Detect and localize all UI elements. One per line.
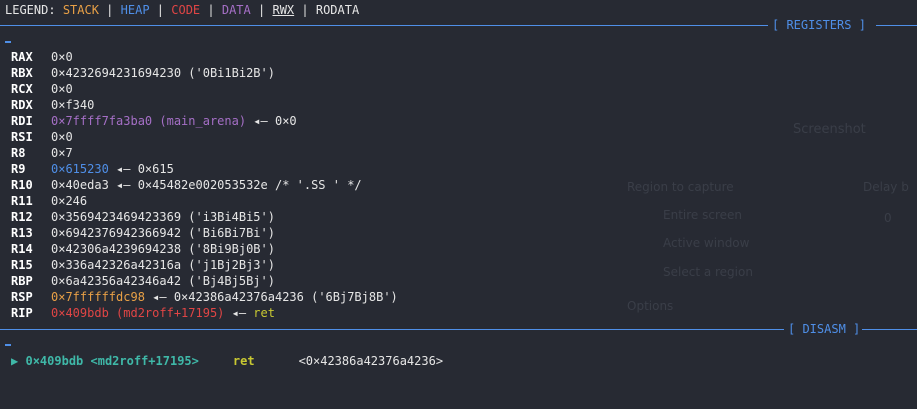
- register-name: RBP: [11, 274, 33, 288]
- registers-section-title: [ REGISTERS ]: [772, 18, 866, 32]
- register-name: RBX: [11, 66, 33, 80]
- legend-data: DATA: [221, 3, 251, 17]
- disasm-mnemonic: ret: [232, 354, 255, 368]
- disasm-section-title: [ DISASM ]: [788, 322, 861, 336]
- register-row-r13: R13 0×6942376942366942 ('Bi6Bi7Bi'): [11, 225, 275, 241]
- register-deref: ◂— 0×0: [246, 114, 297, 128]
- disasm-operand: <0×42386a42376a4236>: [298, 354, 444, 368]
- register-name: R11: [11, 194, 33, 208]
- register-name: RSP: [11, 290, 33, 304]
- register-value: 0×6942376942366942 ('Bi6Bi7Bi'): [51, 226, 275, 240]
- registers-section-marker: [5, 41, 11, 43]
- background-dialog-options: Options: [627, 299, 674, 313]
- register-deref: ◂— 0×45482e002053532e /* '.SS ' */: [108, 178, 362, 192]
- register-value: 0×615230: [51, 162, 109, 176]
- register-name: RIP: [11, 306, 33, 320]
- legend: LEGEND: STACK | HEAP | CODE | DATA | RWX…: [5, 2, 359, 18]
- register-value: 0×0: [51, 50, 73, 64]
- register-name: R13: [11, 226, 33, 240]
- legend-separator: |: [106, 3, 114, 17]
- register-name: RDX: [11, 98, 33, 112]
- register-deref: ◂— 0×42386a42376a4236 ('6Bj7Bj8B'): [144, 290, 398, 304]
- register-row-rbx: RBX 0×4232694231694230 ('0Bi1Bi2B'): [11, 65, 275, 81]
- register-name: RCX: [11, 82, 33, 96]
- background-dialog-region: Region to capture: [627, 180, 734, 194]
- register-value: 0×40eda3: [51, 178, 109, 192]
- register-row-r11: R11 0×246: [11, 193, 87, 209]
- background-dialog-select: Select a region: [663, 265, 753, 279]
- register-value: 0×4232694231694230 ('0Bi1Bi2B'): [51, 66, 275, 80]
- legend-rwx: RWX: [272, 3, 295, 17]
- legend-separator: |: [301, 3, 309, 17]
- legend-separator: |: [207, 3, 215, 17]
- register-name: RDI: [11, 114, 33, 128]
- register-value: 0×7ffff7fa3ba0 (main_arena): [51, 114, 247, 128]
- legend-label: LEGEND:: [5, 3, 56, 17]
- legend-code: CODE: [171, 3, 201, 17]
- register-value: 0×7ffffffdc98: [51, 290, 145, 304]
- register-name: R9: [11, 162, 26, 176]
- register-name: R10: [11, 178, 33, 192]
- register-deref: ◂—: [224, 306, 254, 320]
- disasm-symbol: <md2roff+17195>: [90, 354, 199, 368]
- register-row-r8: R8 0×7: [11, 145, 73, 161]
- register-row-r15: R15 0×336a42326a42316a ('j1Bj2Bj3'): [11, 257, 275, 273]
- legend-separator: |: [156, 3, 165, 17]
- register-row-rsp: RSP 0×7ffffffdc98 ◂— 0×42386a42376a4236 (…: [11, 289, 398, 305]
- register-row-r12: R12 0×3569423469423369 ('i3Bi4Bi5'): [11, 209, 275, 225]
- background-dialog-entire: Entire screen: [663, 208, 742, 222]
- legend-separator: |: [258, 3, 266, 17]
- register-value: 0×0: [51, 82, 73, 96]
- register-row-rcx: RCX 0×0: [11, 81, 73, 97]
- register-value: 0×409bdb (md2roff+17195): [51, 306, 225, 320]
- register-row-rdx: RDX 0×f340: [11, 97, 94, 113]
- register-name: R15: [11, 258, 33, 272]
- disasm-address: 0×409bdb: [25, 354, 84, 368]
- register-name: R14: [11, 242, 33, 256]
- register-value: 0×246: [51, 194, 88, 208]
- register-value: 0×42306a4239694238 ('8Bi9Bj0B'): [51, 242, 275, 256]
- register-row-r10: R10 0×40eda3 ◂— 0×45482e002053532e /* '.S…: [11, 177, 362, 193]
- register-name: RSI: [11, 130, 33, 144]
- register-name: R8: [11, 146, 26, 160]
- register-row-rax: RAX 0×0: [11, 49, 73, 65]
- legend-rodata: RODATA: [315, 3, 360, 17]
- legend-stack: STACK: [62, 3, 99, 17]
- register-row-rsi: RSI 0×0: [11, 129, 73, 145]
- background-dialog-delay-value: 0: [884, 211, 892, 225]
- register-name: R12: [11, 210, 33, 224]
- background-dialog-delay: Delay b: [863, 180, 909, 194]
- disasm-separator: [ DISASM ]: [0, 321, 917, 337]
- register-row-rdi: RDI 0×7ffff7fa3ba0 (main_arena) ◂— 0×0: [11, 113, 297, 129]
- register-name: RAX: [11, 50, 33, 64]
- register-row-r14: R14 0×42306a4239694238 ('8Bi9Bj0B'): [11, 241, 275, 257]
- disasm-section-marker: [5, 344, 11, 346]
- current-instruction-arrow-icon: ▶: [11, 354, 19, 368]
- register-deref-instruction: ret: [253, 306, 275, 320]
- register-value: 0×336a42326a42316a ('j1Bj2Bj3'): [51, 258, 275, 272]
- register-value: 0×7: [51, 146, 73, 160]
- register-row-rip: RIP 0×409bdb (md2roff+17195) ◂— ret: [11, 305, 275, 321]
- register-deref: ◂— 0×615: [108, 162, 174, 176]
- legend-heap: HEAP: [120, 3, 150, 17]
- background-dialog-title: Screenshot: [793, 122, 866, 137]
- register-value: 0×f340: [51, 98, 95, 112]
- register-value: 0×3569423469423369 ('i3Bi4Bi5'): [51, 210, 275, 224]
- background-dialog-active: Active window: [663, 236, 750, 250]
- register-value: 0×0: [51, 130, 73, 144]
- register-value: 0×6a42356a42346a42 ('Bj4Bj5Bj'): [51, 274, 275, 288]
- disasm-current-instruction: ▶ 0×409bdb <md2roff+17195> ret <0×42386a42…: [11, 353, 443, 369]
- register-row-rbp: RBP 0×6a42356a42346a42 ('Bj4Bj5Bj'): [11, 273, 275, 289]
- registers-separator: [ REGISTERS ]: [0, 17, 917, 33]
- register-row-r9: R9 0×615230 ◂— 0×615: [11, 161, 174, 177]
